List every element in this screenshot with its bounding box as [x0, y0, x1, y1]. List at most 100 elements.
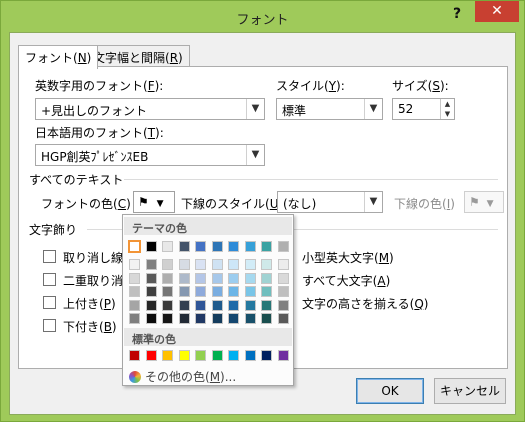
theme-color-swatch[interactable] — [195, 241, 206, 252]
theme-shade-swatch[interactable] — [244, 286, 256, 297]
theme-shade-swatch[interactable] — [277, 259, 289, 270]
theme-shade-swatch[interactable] — [162, 272, 173, 284]
latin-font-select[interactable]: +見出しのフォント ▼ — [35, 98, 265, 120]
standard-color-swatch[interactable] — [145, 350, 157, 361]
small-caps-label[interactable]: 小型英大文字(M) — [302, 249, 394, 266]
theme-shade-swatch[interactable] — [129, 259, 140, 270]
ok-button[interactable]: OK — [356, 378, 424, 404]
theme-shade-swatch[interactable] — [228, 286, 239, 297]
theme-shade-swatch[interactable] — [211, 272, 223, 284]
theme-color-swatch[interactable] — [244, 241, 256, 252]
theme-shade-swatch[interactable] — [129, 272, 140, 284]
subscript-checkbox[interactable] — [43, 319, 56, 332]
theme-shade-swatch[interactable] — [261, 299, 272, 311]
theme-shade-swatch[interactable] — [244, 313, 256, 324]
theme-shade-swatch[interactable] — [244, 259, 256, 270]
standard-color-swatch[interactable] — [211, 350, 223, 361]
theme-shade-swatch[interactable] — [129, 299, 140, 311]
theme-shade-swatch[interactable] — [178, 272, 190, 284]
underline-style-select[interactable]: (なし) ▼ — [277, 191, 383, 213]
tab-font[interactable]: フォント(N) — [18, 45, 99, 69]
theme-shade-swatch[interactable] — [277, 313, 289, 324]
underline-color-button[interactable]: ⚑ ▼ — [464, 191, 504, 213]
theme-shade-swatch[interactable] — [145, 272, 157, 284]
font-color-button[interactable]: ⚑ ▼ — [133, 191, 175, 213]
strikethrough-checkbox[interactable] — [43, 250, 56, 263]
theme-shade-swatch[interactable] — [244, 272, 256, 284]
theme-shade-swatch[interactable] — [261, 259, 272, 270]
size-spinner[interactable]: 52 ▲ ▼ — [392, 98, 455, 120]
theme-shade-swatch[interactable] — [261, 286, 272, 297]
theme-shade-swatch[interactable] — [228, 313, 239, 324]
help-button[interactable]: ? — [453, 6, 461, 22]
theme-shade-swatch[interactable] — [178, 299, 190, 311]
theme-color-swatch[interactable] — [261, 241, 272, 252]
theme-shade-swatch[interactable] — [211, 313, 223, 324]
standard-color-swatch[interactable] — [162, 350, 173, 361]
theme-shade-swatch[interactable] — [261, 313, 272, 324]
theme-shade-swatch[interactable] — [145, 286, 157, 297]
theme-shade-swatch[interactable] — [145, 299, 157, 311]
more-colors-item[interactable]: その他の色(M)... — [129, 368, 236, 385]
standard-color-swatch[interactable] — [195, 350, 206, 361]
theme-shade-swatch[interactable] — [195, 272, 206, 284]
theme-color-swatch[interactable] — [178, 241, 190, 252]
theme-shade-swatch[interactable] — [178, 259, 190, 270]
theme-shade-swatch[interactable] — [162, 299, 173, 311]
theme-shade-swatch[interactable] — [129, 313, 140, 324]
theme-shade-swatch[interactable] — [211, 286, 223, 297]
theme-shade-swatch[interactable] — [178, 313, 190, 324]
theme-shade-swatch[interactable] — [195, 286, 206, 297]
theme-color-swatch[interactable] — [145, 241, 157, 252]
underline-style-label: 下線のスタイル(U) — [181, 197, 283, 211]
spin-down-icon[interactable]: ▼ — [441, 109, 454, 119]
standard-color-swatch[interactable] — [261, 350, 272, 361]
superscript-label: 上付き(P) — [63, 297, 116, 311]
tab-character-spacing[interactable]: 文字幅と間隔(R) — [86, 45, 190, 67]
all-caps-label[interactable]: すべて大文字(A) — [302, 272, 390, 289]
theme-color-swatch[interactable] — [228, 241, 239, 252]
theme-shade-swatch[interactable] — [228, 259, 239, 270]
standard-color-swatch[interactable] — [178, 350, 190, 361]
theme-color-swatch[interactable] — [129, 241, 140, 252]
spin-up-icon[interactable]: ▲ — [441, 99, 454, 109]
standard-color-swatch[interactable] — [244, 350, 256, 361]
theme-shade-swatch[interactable] — [145, 259, 157, 270]
style-select[interactable]: 標準 ▼ — [276, 98, 383, 120]
theme-shade-swatch[interactable] — [228, 272, 239, 284]
theme-shade-swatch[interactable] — [244, 299, 256, 311]
tab-font-label: フォント( — [25, 51, 78, 65]
standard-color-swatch[interactable] — [277, 350, 289, 361]
theme-shade-swatch[interactable] — [145, 313, 157, 324]
close-button[interactable]: ✕ — [475, 1, 519, 22]
theme-shade-swatch[interactable] — [261, 272, 272, 284]
theme-shade-swatch[interactable] — [195, 259, 206, 270]
theme-shade-swatch[interactable] — [277, 286, 289, 297]
standard-color-swatch[interactable] — [129, 350, 140, 361]
theme-color-swatch[interactable] — [162, 241, 173, 252]
theme-color-swatch[interactable] — [277, 241, 289, 252]
theme-shade-swatch[interactable] — [162, 259, 173, 270]
equalize-height-label[interactable]: 文字の高さを揃える(Q) — [302, 295, 428, 312]
theme-shade-swatch[interactable] — [195, 313, 206, 324]
theme-shade-swatch[interactable] — [211, 259, 223, 270]
theme-shade-swatch[interactable] — [129, 286, 140, 297]
tab-spacing-key: R — [169, 51, 179, 65]
superscript-checkbox[interactable] — [43, 296, 56, 309]
font-dialog: フォント ? ✕ フォント(N) 文字幅と間隔(R) 英数字用のフォント(F):… — [0, 0, 525, 422]
theme-shade-swatch[interactable] — [162, 313, 173, 324]
theme-shade-swatch[interactable] — [178, 286, 190, 297]
theme-shade-swatch[interactable] — [277, 272, 289, 284]
theme-shade-swatch[interactable] — [162, 286, 173, 297]
theme-color-swatch[interactable] — [211, 241, 223, 252]
standard-color-swatch[interactable] — [228, 350, 239, 361]
theme-shade-swatch[interactable] — [228, 299, 239, 311]
asian-font-select[interactable]: HGP創英ﾌﾟﾚｾﾞﾝｽEB ▼ — [35, 144, 265, 166]
spinner-buttons[interactable]: ▲ ▼ — [440, 99, 454, 119]
chevron-down-icon: ▼ — [364, 99, 382, 119]
cancel-button[interactable]: キャンセル — [434, 378, 506, 404]
double-strikethrough-checkbox[interactable] — [43, 273, 56, 286]
theme-shade-swatch[interactable] — [277, 299, 289, 311]
theme-shade-swatch[interactable] — [195, 299, 206, 311]
theme-shade-swatch[interactable] — [211, 299, 223, 311]
